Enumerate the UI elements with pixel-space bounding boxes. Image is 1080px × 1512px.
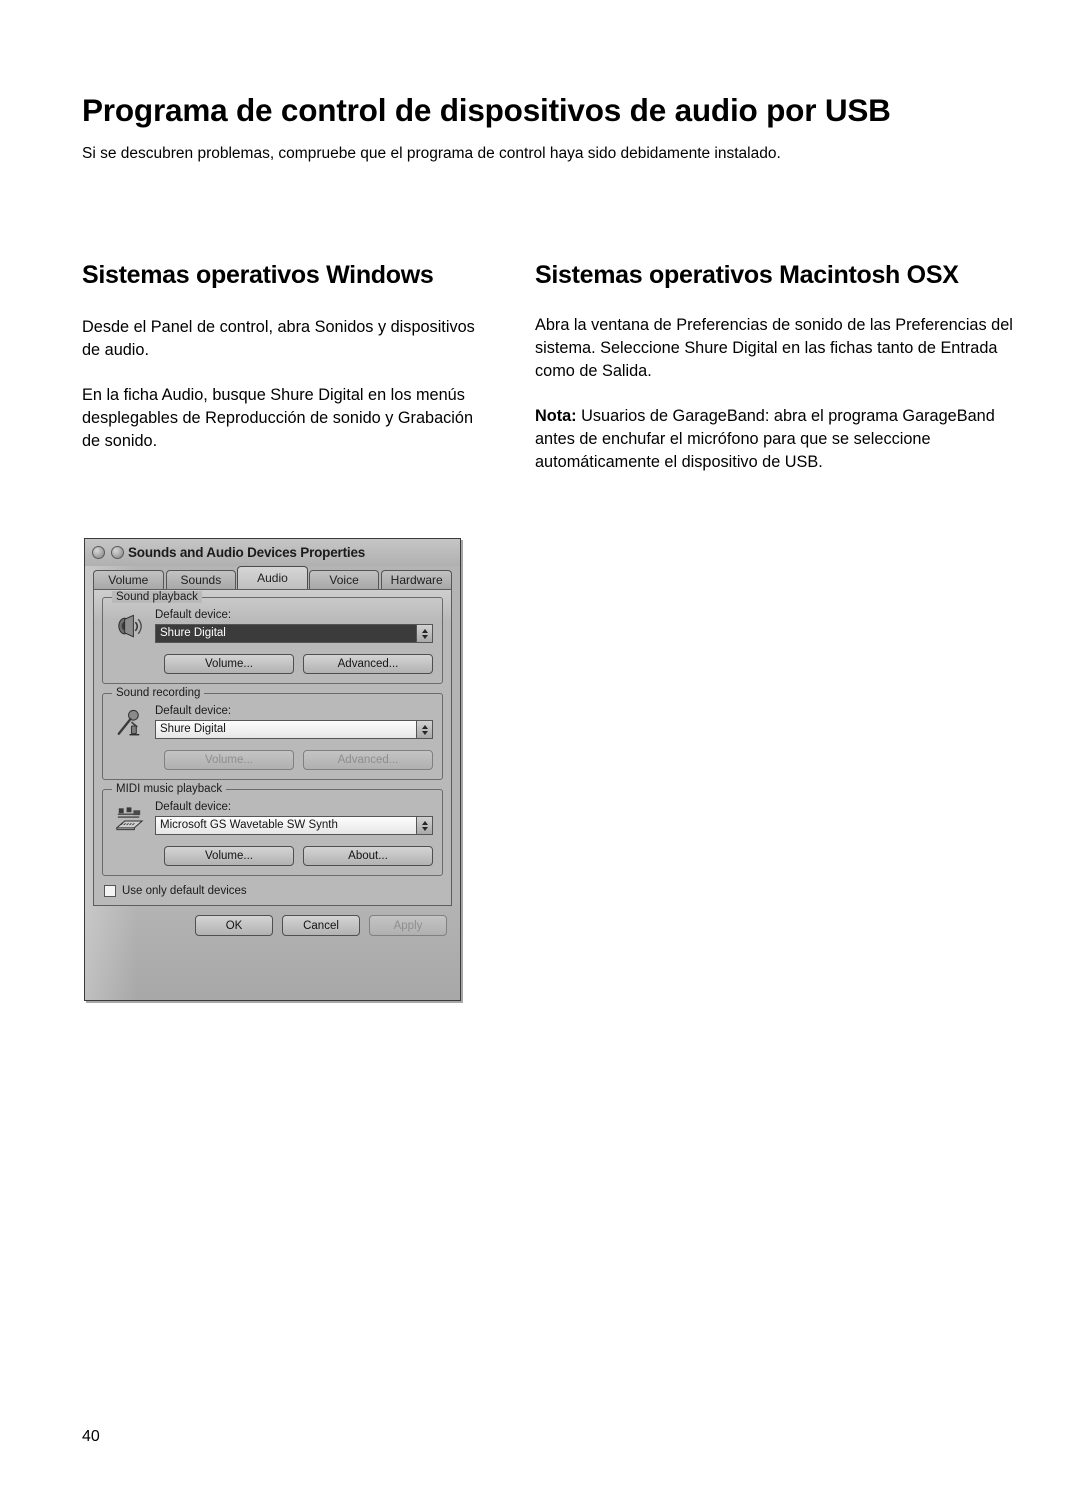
apply-button: Apply — [369, 915, 447, 936]
speaker-icon — [118, 614, 142, 638]
page-subtitle: Si se descubren problemas, compruebe que… — [82, 144, 781, 162]
sound-playback-device-value: Shure Digital — [156, 625, 416, 642]
macintosh-heading: Sistemas operativos Macintosh OSX — [535, 261, 959, 289]
midi-volume-button[interactable]: Volume... — [164, 846, 294, 866]
tab-sounds[interactable]: Sounds — [165, 570, 237, 589]
midi-device-value: Microsoft GS Wavetable SW Synth — [156, 817, 416, 834]
use-only-default-devices-row[interactable]: Use only default devices — [104, 885, 443, 897]
sound-recording-group: Sound recording Default device: Shure Di… — [102, 687, 443, 780]
sound-playback-field-label: Default device: — [155, 609, 232, 621]
dialog-titlebar: Sounds and Audio Devices Properties — [85, 539, 460, 566]
midi-combo-spinner-icon[interactable] — [416, 817, 432, 834]
ok-button[interactable]: OK — [195, 915, 273, 936]
macintosh-note: Nota: Usuarios de GarageBand: abra el pr… — [535, 405, 1015, 474]
sound-recording-device-value: Shure Digital — [156, 721, 416, 738]
audio-tab-panel: Sound playback Default device: Shure Dig… — [93, 589, 452, 906]
midi-keyboard-icon — [115, 807, 144, 831]
windows-paragraph-1: Desde el Panel de control, abra Sonidos … — [82, 317, 475, 359]
sound-playback-combo-spinner-icon[interactable] — [416, 625, 432, 642]
windows-paragraph-2: En la ficha Audio, busque Shure Digital … — [82, 385, 474, 451]
column-windows: Sistemas operativos Windows Desde el Pan… — [82, 261, 482, 453]
sound-recording-title: Sound recording — [112, 687, 205, 699]
sound-playback-title: Sound playback — [112, 591, 202, 603]
sound-recording-advanced-button: Advanced... — [303, 750, 433, 770]
sound-recording-device-combo[interactable]: Shure Digital — [155, 720, 433, 739]
sound-playback-volume-button[interactable]: Volume... — [164, 654, 294, 674]
midi-music-playback-title: MIDI music playback — [112, 783, 227, 795]
use-only-default-devices-label: Use only default devices — [122, 885, 247, 897]
tab-voice[interactable]: Voice — [308, 570, 380, 589]
midi-about-button[interactable]: About... — [303, 846, 433, 866]
sounds-and-audio-devices-dialog: Sounds and Audio Devices Properties Volu… — [84, 538, 461, 1001]
tab-audio[interactable]: Audio — [237, 566, 308, 589]
macintosh-paragraph-1: Abra la ventana de Preferencias de sonid… — [535, 315, 1013, 380]
dialog-footer: OK Cancel Apply — [85, 906, 460, 936]
sound-playback-device-combo[interactable]: Shure Digital — [155, 624, 433, 643]
tab-volume[interactable]: Volume — [93, 570, 164, 589]
column-macintosh: Sistemas operativos Macintosh OSX Abra l… — [535, 261, 1015, 474]
microphone-icon — [117, 709, 140, 736]
cancel-button[interactable]: Cancel — [282, 915, 360, 936]
midi-field-label: Default device: — [155, 801, 232, 813]
sound-recording-combo-spinner-icon[interactable] — [416, 721, 432, 738]
tab-hardware[interactable]: Hardware — [381, 570, 452, 589]
sound-recording-volume-button: Volume... — [164, 750, 294, 770]
windows-heading: Sistemas operativos Windows — [82, 261, 434, 289]
dialog-title: Sounds and Audio Devices Properties — [128, 545, 366, 560]
note-label: Nota: — [535, 406, 577, 425]
window-close-icon[interactable] — [92, 546, 105, 559]
window-minimize-icon[interactable] — [111, 546, 124, 559]
sound-recording-field-label: Default device: — [155, 705, 232, 717]
page-number: 40 — [82, 1428, 100, 1445]
sound-playback-advanced-button[interactable]: Advanced... — [303, 654, 433, 674]
sound-playback-group: Sound playback Default device: Shure Dig… — [102, 591, 443, 684]
page-title: Programa de control de dispositivos de a… — [82, 92, 891, 129]
midi-music-playback-group: MIDI music playback Default device: Micr… — [102, 783, 443, 876]
use-only-default-devices-checkbox[interactable] — [104, 885, 116, 897]
dialog-tabstrip: Volume Sounds Audio Voice Hardware — [85, 566, 460, 589]
midi-device-combo[interactable]: Microsoft GS Wavetable SW Synth — [155, 816, 433, 835]
note-text: Usuarios de GarageBand: abra el programa… — [535, 406, 995, 472]
